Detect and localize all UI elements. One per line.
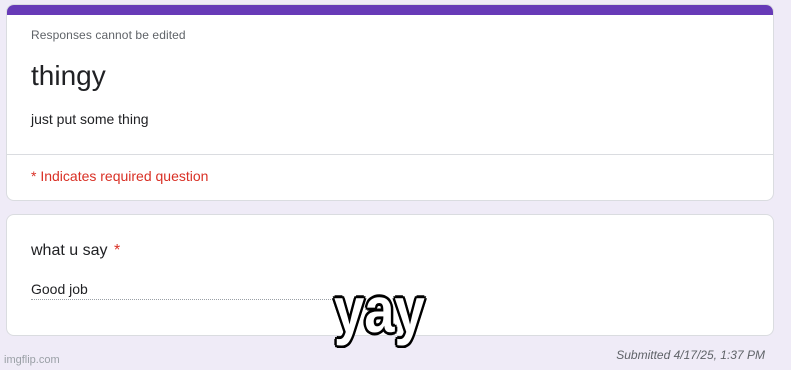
accent-bar — [7, 5, 773, 15]
meme-caption: yay — [334, 274, 425, 346]
form-header-card: Responses cannot be edited thingy just p… — [6, 4, 774, 201]
divider — [7, 154, 773, 155]
edit-notice: Responses cannot be edited — [31, 28, 186, 42]
question-title-text: what u say — [31, 242, 108, 259]
imgflip-watermark: imgflip.com — [4, 354, 60, 366]
question-title: what u say * — [31, 242, 120, 260]
form-description: just put some thing — [31, 111, 149, 127]
submitted-timestamp: Submitted 4/17/25, 1:37 PM — [616, 348, 765, 362]
form-title: thingy — [31, 60, 106, 91]
answer-text: Good job — [31, 281, 341, 300]
required-note: * Indicates required question — [31, 168, 209, 184]
required-marker: * — [113, 242, 121, 259]
